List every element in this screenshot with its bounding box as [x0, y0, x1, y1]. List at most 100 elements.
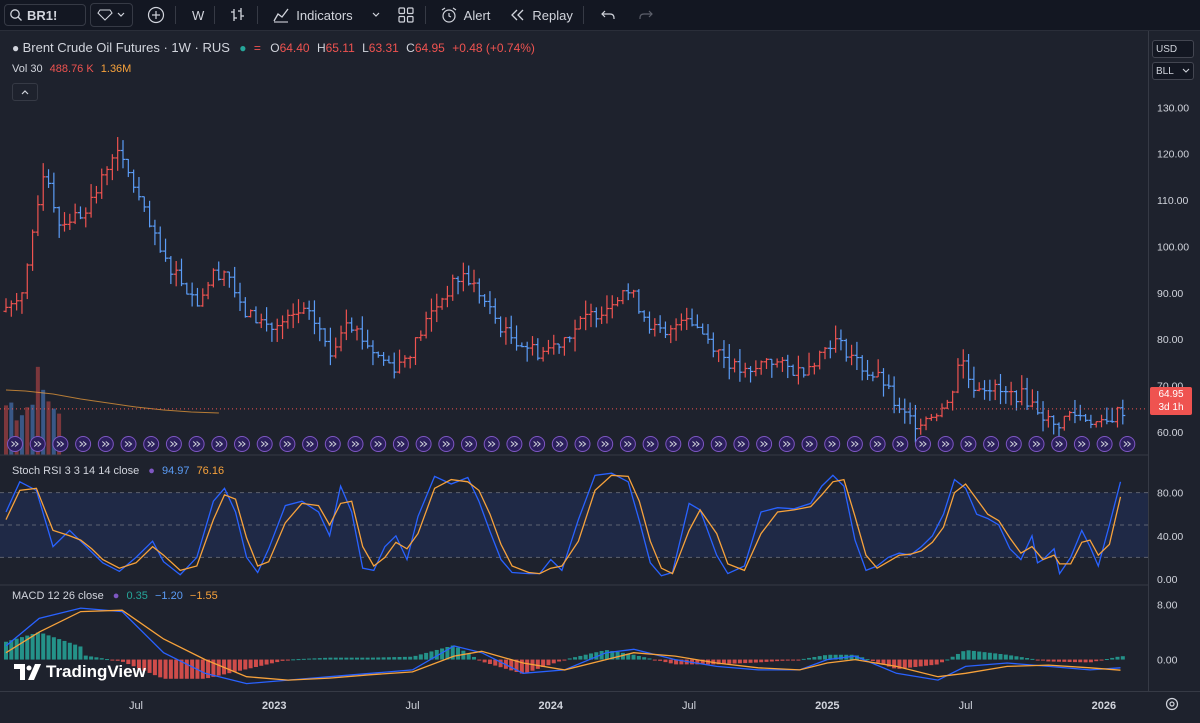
- time-tick-label: Jul: [959, 700, 973, 712]
- brand-name: TradingView: [46, 662, 146, 681]
- toolbar-divider: [257, 6, 259, 24]
- macd-histogram-bar: [51, 637, 56, 660]
- market-open-dot: ●: [239, 41, 247, 55]
- macd-histogram-bar: [184, 659, 189, 679]
- time-axis[interactable]: Jul 2023 Jul 2024 Jul 2025 Jul 2026: [0, 691, 1200, 718]
- macd-histogram-bar: [1030, 658, 1035, 660]
- macd-histogram-bar: [663, 659, 668, 663]
- macd-histogram-bar: [216, 659, 221, 676]
- redo-button[interactable]: [632, 0, 660, 30]
- event-marker: [801, 436, 818, 452]
- macd-histogram-bar: [237, 659, 242, 671]
- indicators-dropdown[interactable]: [365, 0, 387, 30]
- unit-selector[interactable]: BLL: [1152, 62, 1194, 80]
- event-marker: [915, 436, 931, 452]
- time-tick-label: 2025: [815, 700, 839, 712]
- macd-histogram-bar: [67, 642, 72, 660]
- interval-button[interactable]: W: [186, 0, 210, 30]
- macd-histogram-bar: [354, 657, 359, 660]
- search-icon: [10, 9, 22, 21]
- currency-selector[interactable]: USD: [1152, 40, 1194, 58]
- event-marker: [756, 436, 773, 452]
- tradingview-logo-icon: [14, 664, 41, 680]
- macd-histogram-bar: [1025, 658, 1030, 660]
- open-value: 64.40: [279, 41, 310, 55]
- time-tick-label: Jul: [405, 700, 419, 712]
- macd-histogram-bar: [291, 659, 296, 661]
- event-marker: [97, 436, 114, 452]
- macd-histogram-bar: [998, 654, 1003, 660]
- event-marker: [597, 436, 614, 452]
- macd-histogram-bar: [328, 657, 333, 660]
- symbol-type-dropdown[interactable]: [90, 3, 133, 27]
- price-tick-label: 80.00: [1157, 334, 1183, 346]
- gear-icon: [1165, 697, 1179, 711]
- stoch-label[interactable]: Stoch RSI 3 3 14 14 close: [12, 465, 139, 477]
- replay-button[interactable]: Replay: [504, 0, 578, 30]
- price-axis[interactable]: 60.0070.0080.0090.00100.00110.00120.0013…: [1148, 31, 1200, 691]
- macd-histogram-bar: [413, 655, 418, 660]
- chevron-up-icon: [21, 90, 29, 95]
- event-marker: [256, 436, 273, 452]
- collapse-legend-button[interactable]: [12, 83, 38, 101]
- chevron-down-icon: [117, 12, 125, 17]
- volume-label[interactable]: Vol 30: [12, 63, 43, 75]
- symbol-title[interactable]: Brent Crude Oil Futures · 1W · RUS: [23, 40, 230, 55]
- replay-label: Replay: [532, 7, 573, 23]
- alarm-clock-icon: [441, 7, 456, 23]
- event-marker: [7, 436, 23, 452]
- macd-histogram-bar: [243, 659, 248, 670]
- symbol-search-box[interactable]: BR1!: [4, 4, 86, 26]
- event-marker: [846, 436, 863, 452]
- macd-histogram-bar: [817, 656, 822, 660]
- unit-label: BLL: [1156, 65, 1174, 77]
- indicators-button[interactable]: Indicators: [266, 0, 358, 30]
- last-price-badge: 64.95 3d 1h: [1150, 387, 1192, 415]
- redo-icon: [639, 10, 653, 19]
- compare-button[interactable]: [141, 0, 171, 30]
- undo-button[interactable]: [594, 0, 622, 30]
- macd-histogram-bar: [392, 657, 397, 660]
- macd-histogram-bar: [1019, 657, 1024, 660]
- macd-histogram-bar: [339, 657, 344, 660]
- macd-histogram-bar: [892, 659, 897, 669]
- macd-histogram-bar: [94, 657, 99, 660]
- macd-histogram-bar: [642, 657, 647, 660]
- macd-histogram-bar: [227, 659, 232, 674]
- macd-histogram-bar: [785, 659, 790, 661]
- event-marker: [1096, 436, 1113, 452]
- toolbar-divider: [582, 6, 584, 24]
- layouts-button[interactable]: [391, 0, 421, 30]
- high-value: 65.11: [325, 41, 355, 55]
- alert-button[interactable]: Alert: [434, 0, 497, 30]
- volume-value: 488.76 K: [49, 63, 94, 75]
- event-marker: [892, 436, 909, 452]
- macd-histogram-bar: [780, 659, 785, 661]
- rewind-icon: [511, 9, 524, 21]
- macd-histogram-bar: [865, 659, 870, 661]
- macd-histogram-bar: [158, 659, 163, 678]
- settings-button[interactable]: [1164, 696, 1180, 717]
- macd-histogram-bar: [791, 659, 796, 661]
- macd-hist-value: 0.35: [126, 590, 148, 602]
- time-tick-label: 2023: [262, 700, 286, 712]
- macd-histogram-bar: [477, 659, 482, 661]
- macd-histogram-bar: [349, 657, 354, 660]
- stoch-settings-icon[interactable]: ●: [148, 465, 155, 477]
- event-marker: [529, 436, 546, 452]
- macd-histogram-bar: [248, 659, 253, 669]
- macd-settings-icon[interactable]: ●: [113, 590, 120, 602]
- top-toolbar: BR1! W Indicators Alert Replay: [0, 0, 1200, 31]
- price-tick-label: 100.00: [1157, 241, 1189, 253]
- macd-histogram-bar: [253, 659, 258, 668]
- chart-type-button[interactable]: [223, 0, 253, 30]
- macd-histogram-bar: [748, 659, 753, 663]
- event-marker: [642, 436, 659, 452]
- event-marker: [324, 436, 341, 452]
- macd-histogram-bar: [275, 659, 280, 663]
- event-marker: [574, 436, 591, 452]
- macd-histogram-bar: [280, 659, 285, 661]
- macd-label[interactable]: MACD 12 26 close: [12, 590, 104, 602]
- macd-histogram-bar: [578, 655, 583, 660]
- macd-line-value: −1.20: [154, 590, 183, 602]
